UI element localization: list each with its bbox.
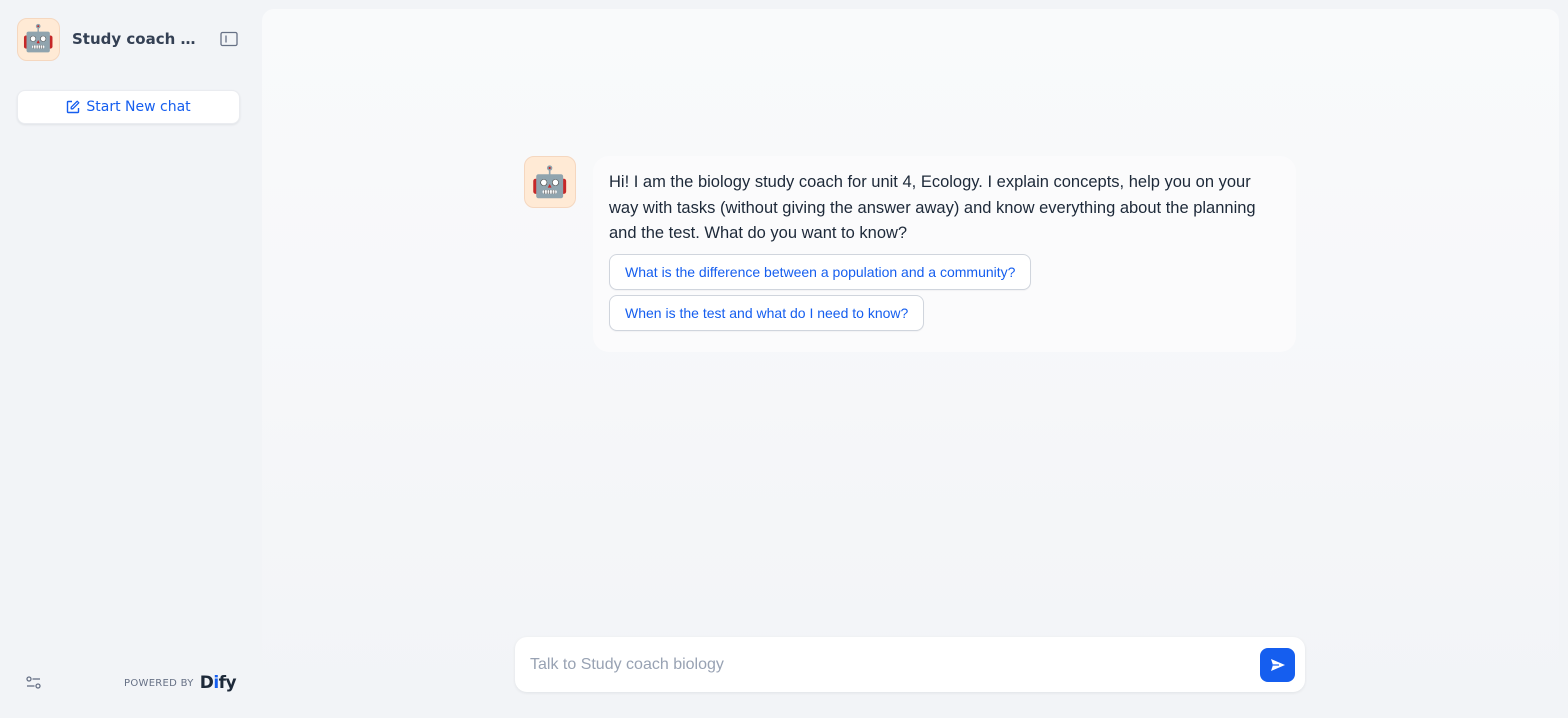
start-new-chat-button[interactable]: Start New chat xyxy=(17,90,240,124)
bot-message-bubble: Hi! I am the biology study coach for uni… xyxy=(593,156,1296,352)
powered-by: POWERED BY Dify xyxy=(124,672,237,694)
settings-button[interactable] xyxy=(25,674,43,692)
sidebar: 🤖 Study coach biology Start New chat POW… xyxy=(0,0,258,718)
app-title: Study coach biology xyxy=(72,30,200,48)
suggested-questions: What is the difference between a populat… xyxy=(609,253,1280,336)
opening-message: Hi! I am the biology study coach for uni… xyxy=(609,173,1256,242)
send-button[interactable] xyxy=(1260,647,1295,682)
bot-avatar: 🤖 xyxy=(524,156,576,208)
start-new-chat-label: Start New chat xyxy=(86,99,191,115)
suggested-question[interactable]: What is the difference between a populat… xyxy=(609,253,1032,290)
suggested-question[interactable]: When is the test and what do I need to k… xyxy=(609,294,925,331)
chat-composer xyxy=(515,637,1305,692)
powered-by-label: POWERED BY xyxy=(124,677,194,689)
chat-panel: 🤖 Hi! I am the biology study coach for u… xyxy=(262,9,1559,709)
sidebar-toggle-button[interactable] xyxy=(219,29,239,49)
sidebar-toggle-icon xyxy=(220,31,238,47)
app-avatar: 🤖 xyxy=(17,17,60,61)
sliders-icon xyxy=(26,676,41,689)
app-header: 🤖 Study coach biology xyxy=(17,17,241,61)
robot-icon: 🤖 xyxy=(22,24,55,54)
chat-input[interactable] xyxy=(515,644,1260,685)
dify-logo[interactable]: Dify xyxy=(200,673,237,693)
robot-icon: 🤖 xyxy=(531,164,569,200)
edit-square-icon xyxy=(67,100,80,114)
send-arrow-icon xyxy=(1270,658,1285,671)
